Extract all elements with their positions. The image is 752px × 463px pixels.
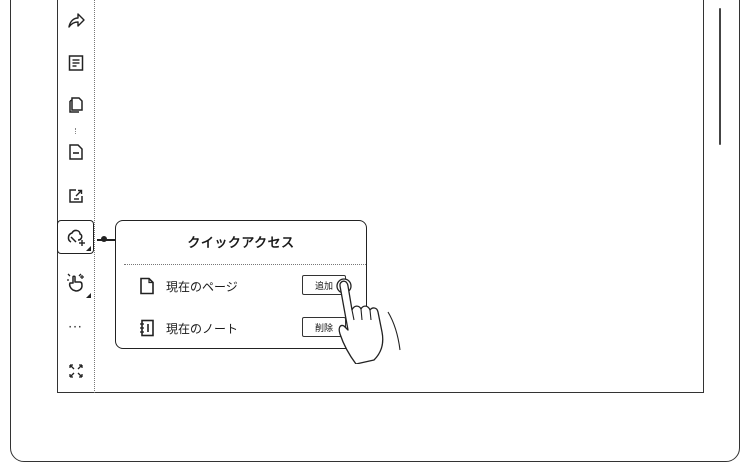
popup-connector-dot [101, 236, 107, 242]
quick-access-icon [65, 226, 87, 248]
page-minus-icon [67, 143, 85, 161]
share-button[interactable] [58, 4, 93, 38]
delete-page-button[interactable] [58, 135, 93, 169]
submenu-indicator [86, 293, 91, 298]
share-icon [66, 11, 86, 31]
gesture-icon [65, 272, 87, 294]
notebook-icon [139, 319, 155, 341]
copy-pages-button[interactable] [58, 88, 93, 122]
current-page-label: 現在のページ [166, 280, 238, 294]
document-button[interactable] [58, 46, 93, 80]
popup-title: クイックアクセス [187, 235, 295, 251]
popup-divider [124, 264, 366, 265]
side-toolbar: ··· [57, 0, 95, 393]
toolbar-separator [75, 128, 78, 134]
tap-hand-icon [336, 278, 401, 364]
scrollbar[interactable] [719, 8, 721, 145]
page-icon [139, 277, 155, 299]
quick-access-button[interactable] [57, 220, 94, 254]
submenu-indicator [86, 246, 91, 251]
export-button[interactable] [58, 179, 93, 213]
gesture-button[interactable] [58, 266, 93, 300]
more-icon: ··· [68, 320, 83, 334]
copy-pages-icon [67, 96, 85, 114]
fullscreen-icon [68, 363, 84, 379]
more-button[interactable]: ··· [58, 310, 93, 344]
export-icon [67, 187, 85, 205]
fullscreen-button[interactable] [58, 354, 93, 388]
document-icon [67, 54, 85, 72]
current-note-label: 現在のノート [166, 322, 239, 336]
popup-connector [97, 239, 117, 241]
